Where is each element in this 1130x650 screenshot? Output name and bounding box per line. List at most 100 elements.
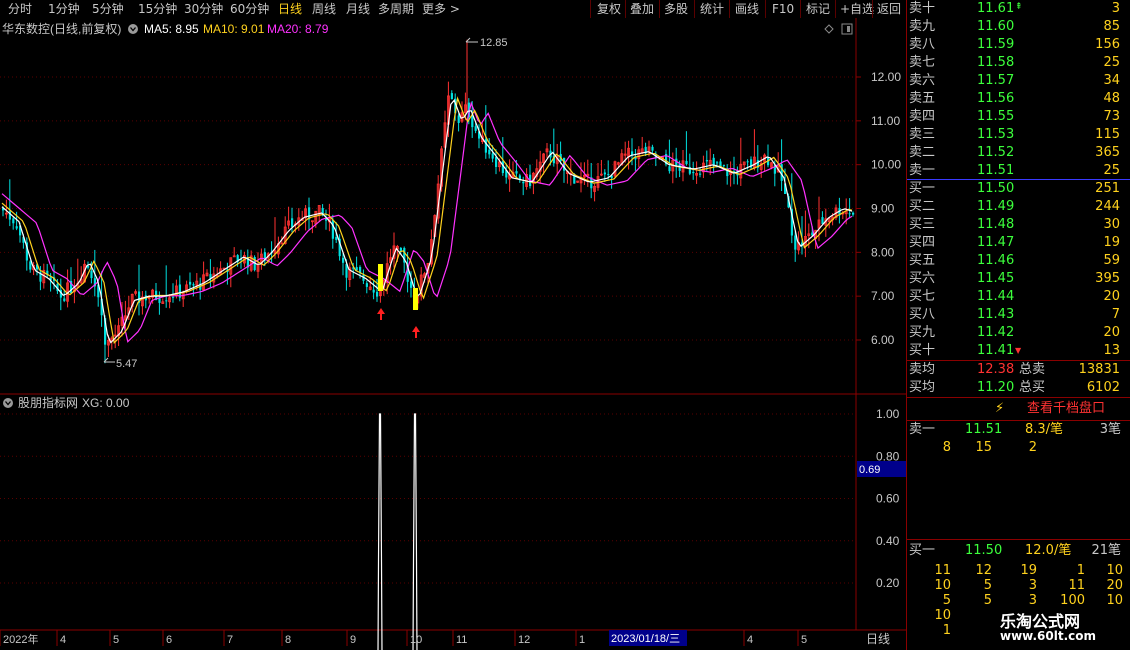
ask-average-label: 卖均	[909, 362, 936, 377]
sell1-queue: 8 15 2	[942, 440, 1037, 455]
candle-body	[488, 149, 491, 155]
statistics-button[interactable]: 统计	[700, 1, 724, 17]
ask-volume: 115	[1095, 127, 1120, 142]
ask-row[interactable]: 卖八 11.59 156	[907, 36, 1130, 54]
indicator-tick-label: 0.60	[876, 492, 900, 506]
view-full-depth-button[interactable]: ⚡ 查看千档盘口	[907, 399, 1130, 419]
signal-candle	[413, 288, 418, 310]
tab-5min[interactable]: 5分钟	[92, 1, 124, 17]
bid-level-label: 买九	[909, 325, 936, 340]
total-bid-label: 总买	[1019, 380, 1046, 395]
bid-row[interactable]: 买七 11.44 20	[907, 288, 1130, 306]
ask-price: 11.56	[977, 91, 1015, 106]
ask-volume: 25	[1103, 55, 1120, 70]
more-menu[interactable]: 更多 >	[422, 1, 460, 17]
candle-body	[12, 218, 15, 224]
candle-body	[699, 173, 702, 175]
up-arrow-icon: ⇞	[1015, 2, 1023, 12]
bid-price: 11.46	[977, 253, 1015, 268]
candle-body	[335, 236, 338, 240]
candle-body	[342, 257, 345, 263]
tab-multi-period[interactable]: 多周期	[378, 1, 414, 17]
bid-row[interactable]: 买二 11.49 244	[907, 198, 1130, 216]
candle-body	[410, 281, 413, 288]
svg-text:5.47: 5.47	[116, 358, 137, 370]
bid-row[interactable]: 买八 11.43 7	[907, 306, 1130, 324]
ask-row[interactable]: 卖六 11.57 34	[907, 72, 1130, 90]
tab-daily[interactable]: 日线	[278, 1, 302, 17]
bid-row[interactable]: 买六 11.45 395	[907, 270, 1130, 288]
bid-row[interactable]: 买三 11.48 30	[907, 216, 1130, 234]
time-tick-label: 4	[60, 634, 66, 646]
adjust-button[interactable]: 复权	[597, 1, 621, 17]
ask-volume: 34	[1103, 73, 1120, 88]
ask-row[interactable]: 卖五 11.56 48	[907, 90, 1130, 108]
ask-row[interactable]: 卖九 11.60 85	[907, 18, 1130, 36]
ask-volume: 25	[1103, 163, 1120, 178]
price-tick-label: 9.00	[871, 202, 895, 216]
tab-monthly[interactable]: 月线	[346, 1, 370, 17]
tab-60min[interactable]: 60分钟	[230, 1, 269, 17]
tab-30min[interactable]: 30分钟	[184, 1, 223, 17]
tab-fenshi[interactable]: 分时	[8, 1, 32, 17]
ask-level-label: 卖十	[909, 1, 936, 16]
sell1-label: 卖一	[909, 422, 936, 437]
bid-volume: 20	[1103, 325, 1120, 340]
candle-body	[705, 160, 708, 162]
indicator-chevron-icon[interactable]	[3, 398, 13, 408]
period-indicator[interactable]: 日线	[866, 632, 890, 646]
candle-body	[794, 235, 797, 250]
ask-row[interactable]: 卖一 11.51 25	[907, 162, 1130, 180]
kline-chart[interactable]: 华东数控(日线,前复权) MA5: 8.95 MA10: 9.01 MA20: …	[0, 18, 906, 650]
bid-level-label: 买三	[909, 217, 936, 232]
candle-body	[372, 289, 375, 293]
sell1-count: 3笔	[1099, 422, 1121, 437]
bid-level-label: 买八	[909, 307, 936, 322]
ask-row[interactable]: 卖三 11.53 115	[907, 126, 1130, 144]
add-watchlist-button[interactable]: +自选	[840, 1, 874, 17]
tab-15min[interactable]: 15分钟	[138, 1, 177, 17]
watermark-url: www.60lt.com	[1000, 629, 1097, 643]
bid-average-price: 11.20	[977, 380, 1015, 395]
ask-level-label: 卖二	[909, 145, 936, 160]
price-tick-label: 8.00	[871, 245, 895, 259]
chevron-down-icon[interactable]	[128, 24, 138, 34]
ask-row[interactable]: 卖七 11.58 25	[907, 54, 1130, 72]
mark-button[interactable]: 标记	[806, 1, 830, 17]
ask-row[interactable]: 卖二 11.52 365	[907, 144, 1130, 162]
draw-line-button[interactable]: 画线	[735, 1, 759, 17]
ma10-label: MA10: 9.01	[203, 22, 265, 36]
overlay-button[interactable]: 叠加	[630, 1, 654, 17]
time-tick-label: 9	[350, 634, 356, 646]
bid-row[interactable]: 买五 11.46 59	[907, 252, 1130, 270]
bid-row[interactable]: 买九 11.42 20	[907, 324, 1130, 342]
bid-row[interactable]: 买四 11.47 19	[907, 234, 1130, 252]
buy1-price: 11.50	[965, 543, 1003, 558]
tab-1min[interactable]: 1分钟	[48, 1, 80, 17]
buy1-queue-item: 1	[1076, 563, 1085, 578]
time-tick-label: 6	[166, 634, 172, 646]
ask-volume: 365	[1095, 145, 1120, 160]
candle-body	[821, 217, 824, 225]
ask-price: 11.53	[977, 127, 1015, 142]
candle-body	[852, 212, 855, 215]
ask-row[interactable]: 卖四 11.55 73	[907, 108, 1130, 126]
candle-body	[495, 156, 498, 167]
candle-body	[668, 166, 671, 172]
ask-average-price: 12.38	[977, 362, 1015, 377]
ask-level-label: 卖五	[909, 91, 936, 106]
bid-volume: 20	[1103, 289, 1120, 304]
back-button[interactable]: 返回	[877, 1, 901, 17]
multi-stock-button[interactable]: 多股	[664, 1, 688, 17]
ask-volume: 48	[1103, 91, 1120, 106]
candle-body	[712, 157, 715, 166]
tab-weekly[interactable]: 周线	[312, 1, 336, 17]
bid-level-label: 买十	[909, 343, 936, 358]
ask-level-label: 卖三	[909, 127, 936, 142]
bid-level-label: 买四	[909, 235, 936, 250]
bid-average-label: 买均	[909, 380, 936, 395]
bid-row[interactable]: 买一 11.50 251	[907, 180, 1130, 198]
buy1-queue-item: 10	[934, 608, 951, 623]
ask-level-label: 卖一	[909, 163, 936, 178]
f10-button[interactable]: F10	[772, 1, 794, 17]
